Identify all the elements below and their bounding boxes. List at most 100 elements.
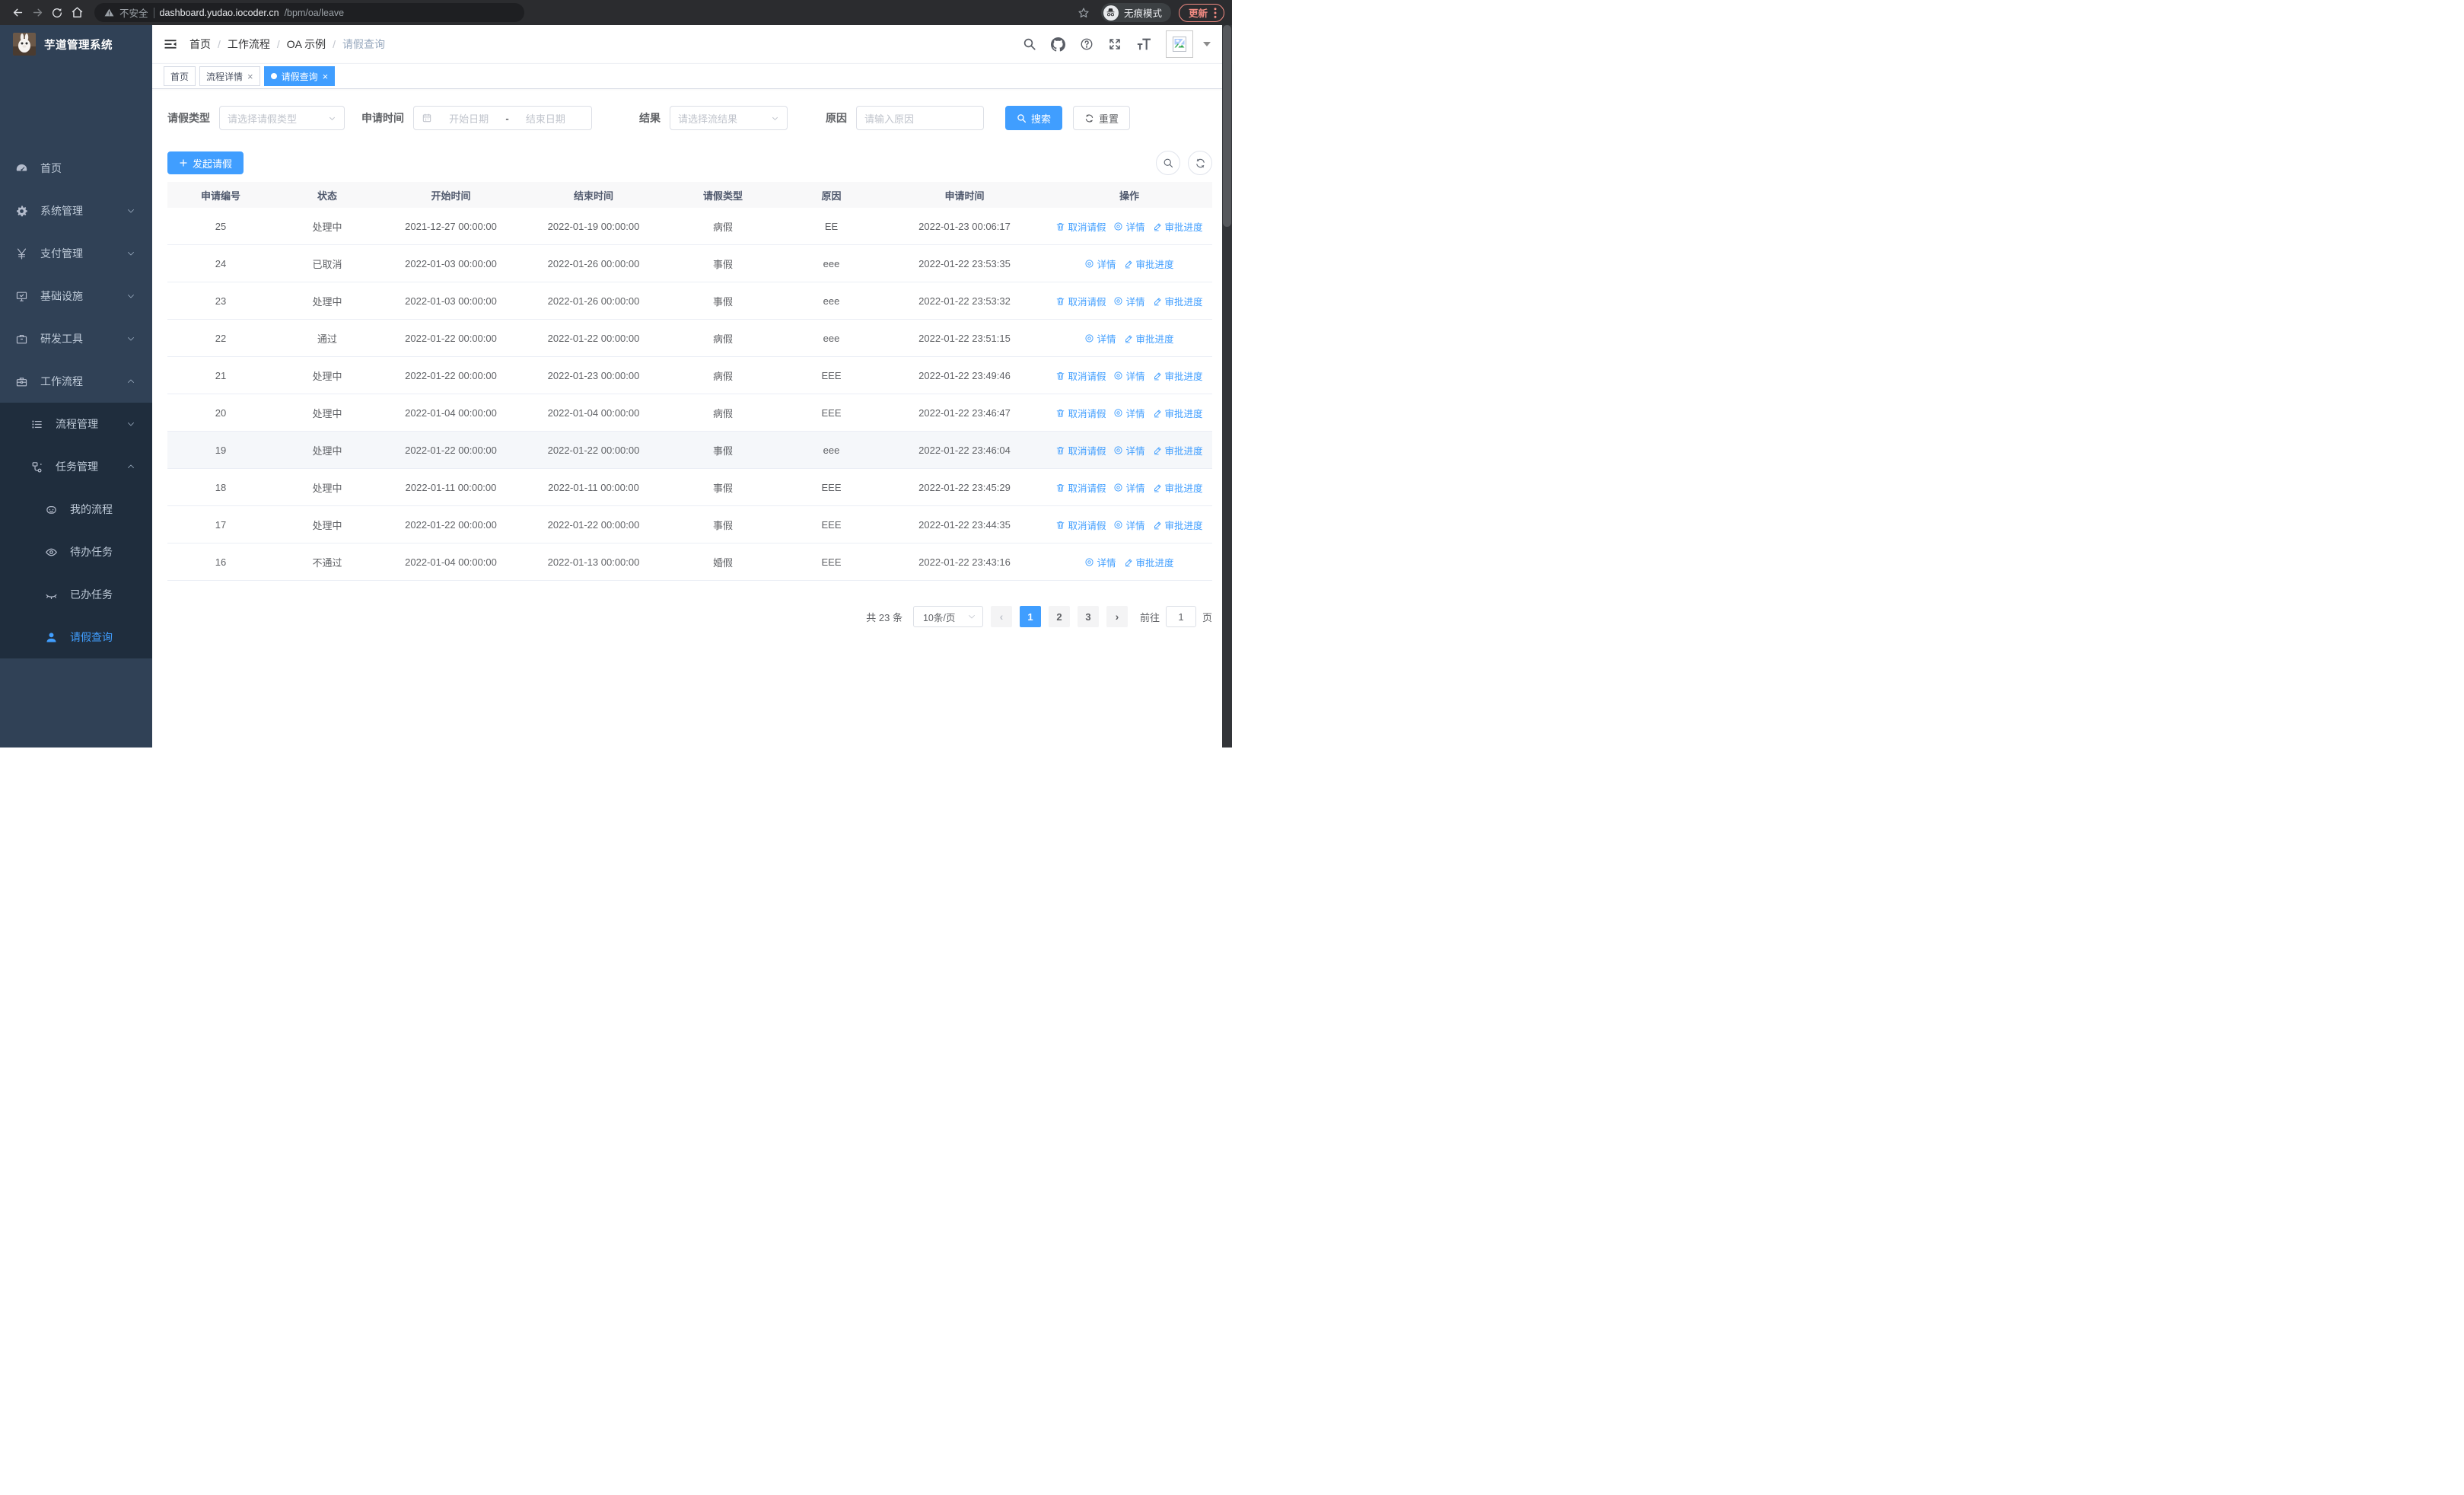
tab-label: 流程详情 <box>206 71 244 82</box>
tree-icon <box>30 418 43 431</box>
close-icon[interactable]: × <box>323 71 329 82</box>
detail-action-link[interactable]: 详情 <box>1084 257 1116 271</box>
sidebar-item-研发工具[interactable]: 研发工具 <box>0 317 152 360</box>
address-bar[interactable]: 不安全 dashboard.yudao.iocoder.cn/bpm/oa/le… <box>94 3 524 22</box>
cell-reason: eee <box>823 295 840 307</box>
goto-page-input[interactable]: 1 <box>1165 606 1196 627</box>
sidebar-item-支付管理[interactable]: 支付管理 <box>0 232 152 275</box>
not-secure-warning-icon[interactable] <box>104 8 114 18</box>
breadcrumb-item[interactable]: 首页 <box>189 37 211 52</box>
page-unit-label: 页 <box>1202 611 1212 623</box>
next-page-button[interactable]: › <box>1106 606 1128 627</box>
sidebar-collapse-icon[interactable] <box>164 37 177 51</box>
font-size-icon[interactable] <box>1136 37 1151 51</box>
reason-input[interactable]: 请输入原因 <box>856 106 984 130</box>
search-icon[interactable] <box>1023 37 1036 51</box>
sidebar-item-我的流程[interactable]: 我的流程 <box>0 488 152 531</box>
sidebar-item-label: 首页 <box>40 162 62 174</box>
close-icon[interactable]: × <box>247 71 253 82</box>
browser-scrollbar[interactable] <box>1222 25 1232 748</box>
browser-back-icon[interactable] <box>8 3 27 23</box>
browser-home-icon[interactable] <box>67 3 87 23</box>
progress-action-link[interactable]: 审批进度 <box>1153 406 1203 420</box>
cancel-action-link[interactable]: 取消请假 <box>1055 368 1106 383</box>
sidebar-item-系统管理[interactable]: 系统管理 <box>0 190 152 232</box>
progress-action-link[interactable]: 审批进度 <box>1153 443 1203 457</box>
reset-button[interactable]: 重置 <box>1073 106 1131 130</box>
progress-action-link[interactable]: 审批进度 <box>1153 518 1203 532</box>
detail-action-link[interactable]: 详情 <box>1113 368 1145 383</box>
search-icon <box>1017 113 1027 123</box>
edit-icon <box>1153 222 1163 231</box>
breadcrumb-item[interactable]: OA 示例 <box>287 37 326 52</box>
progress-action-link[interactable]: 审批进度 <box>1124 331 1174 346</box>
result-select[interactable]: 请选择流结果 <box>670 106 788 130</box>
app-logo[interactable]: 芋道管理系统 <box>0 25 152 63</box>
cancel-action-link[interactable]: 取消请假 <box>1055 480 1106 495</box>
browser-menu-dots-icon[interactable] <box>1214 7 1217 18</box>
cell-actions: 详情 审批进度 <box>1046 257 1212 271</box>
breadcrumb-item[interactable]: 工作流程 <box>228 37 270 52</box>
cancel-action-link[interactable]: 取消请假 <box>1055 518 1106 532</box>
search-button[interactable]: 搜索 <box>1005 106 1063 130</box>
chevron-up-icon <box>126 462 135 471</box>
page-size-select[interactable]: 10条/页 <box>912 606 983 627</box>
cell-status: 处理中 <box>312 482 342 494</box>
sidebar-item-首页[interactable]: 首页 <box>0 147 152 190</box>
help-icon[interactable] <box>1080 37 1094 51</box>
fullscreen-icon[interactable] <box>1108 37 1122 51</box>
sidebar-item-请假查询[interactable]: 请假查询 <box>0 616 152 658</box>
bookmark-star-icon[interactable] <box>1074 3 1094 23</box>
progress-action-link[interactable]: 审批进度 <box>1153 219 1203 234</box>
page-button-3[interactable]: 3 <box>1077 606 1099 627</box>
github-icon[interactable] <box>1051 37 1065 52</box>
sidebar-item-已办任务[interactable]: 已办任务 <box>0 573 152 616</box>
browser-reload-icon[interactable] <box>47 3 67 23</box>
scrollbar-thumb[interactable] <box>1223 25 1231 227</box>
prev-page-button[interactable]: ‹ <box>990 606 1012 627</box>
browser-update-button[interactable]: 更新 <box>1178 3 1224 22</box>
refresh-table-button[interactable] <box>1188 151 1212 175</box>
user-avatar-broken-image[interactable] <box>1166 30 1193 58</box>
tab-请假查询[interactable]: 请假查询 × <box>263 66 336 86</box>
start-date-placeholder: 开始日期 <box>449 113 489 125</box>
cancel-action-link[interactable]: 取消请假 <box>1055 219 1106 234</box>
sidebar-item-待办任务[interactable]: 待办任务 <box>0 531 152 573</box>
tab-流程详情[interactable]: 流程详情 × <box>199 66 260 86</box>
progress-action-link[interactable]: 审批进度 <box>1124 257 1174 271</box>
progress-action-link[interactable]: 审批进度 <box>1124 555 1174 569</box>
sidebar-item-任务管理[interactable]: 任务管理 <box>0 445 152 488</box>
sidebar-item-流程管理[interactable]: 流程管理 <box>0 403 152 445</box>
tab-首页[interactable]: 首页 <box>164 66 196 86</box>
detail-action-link[interactable]: 详情 <box>1084 331 1116 346</box>
page-button-2[interactable]: 2 <box>1048 606 1070 627</box>
sidebar-item-label: 系统管理 <box>40 205 83 217</box>
progress-action-link[interactable]: 审批进度 <box>1153 480 1203 495</box>
detail-action-link[interactable]: 详情 <box>1113 219 1145 234</box>
cell-reason: eee <box>823 332 840 344</box>
avatar-dropdown-caret-icon[interactable] <box>1203 42 1211 46</box>
cancel-action-link[interactable]: 取消请假 <box>1055 443 1106 457</box>
toggle-search-button[interactable] <box>1156 151 1180 175</box>
chevron-down-icon <box>126 419 135 429</box>
detail-action-link[interactable]: 详情 <box>1084 555 1116 569</box>
progress-action-link[interactable]: 审批进度 <box>1153 368 1203 383</box>
browser-forward-icon[interactable] <box>27 3 47 23</box>
detail-action-link[interactable]: 详情 <box>1113 294 1145 308</box>
progress-action-link[interactable]: 审批进度 <box>1153 294 1203 308</box>
detail-action-link[interactable]: 详情 <box>1113 480 1145 495</box>
cancel-action-link[interactable]: 取消请假 <box>1055 294 1106 308</box>
sidebar-item-基础设施[interactable]: 基础设施 <box>0 275 152 317</box>
cell-apply-id: 21 <box>215 369 227 381</box>
detail-action-link[interactable]: 详情 <box>1113 443 1145 457</box>
cancel-action-link[interactable]: 取消请假 <box>1055 406 1106 420</box>
apply-time-range-picker[interactable]: 开始日期 - 结束日期 <box>413 106 592 130</box>
leave-type-select[interactable]: 请选择请假类型 <box>219 106 345 130</box>
create-leave-button[interactable]: 发起请假 <box>167 151 244 174</box>
sidebar-item-工作流程[interactable]: 工作流程 <box>0 360 152 403</box>
detail-action-link[interactable]: 详情 <box>1113 518 1145 532</box>
detail-action-link[interactable]: 详情 <box>1113 406 1145 420</box>
search-icon <box>1163 158 1174 169</box>
page-button-1[interactable]: 1 <box>1019 606 1041 627</box>
eye-closed-icon <box>45 588 58 601</box>
